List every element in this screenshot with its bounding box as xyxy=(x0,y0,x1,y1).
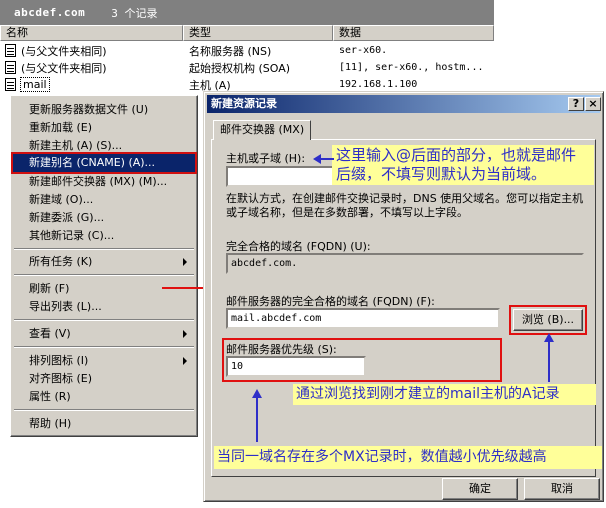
submenu-arrow-icon xyxy=(183,330,187,338)
menu-item-line-up-icons[interactable]: 对齐图标 (E) xyxy=(13,370,195,388)
menu-item-export-list[interactable]: 导出列表 (L)... xyxy=(13,298,195,316)
annotation-note-browse: 通过浏览找到刚才建立的mail主机的A记录 xyxy=(293,384,596,405)
record-data: 192.168.1.100 xyxy=(339,79,418,90)
record-icon xyxy=(5,44,16,57)
record-data: ser-x60. xyxy=(339,45,388,56)
record-type: 名称服务器 (NS) xyxy=(189,44,272,58)
host-description: 在默认方式，在创建邮件交换记录时，DNS 使用父域名。您可以指定主机或子域名称，… xyxy=(226,192,584,219)
tab-mail-exchanger[interactable]: 邮件交换器 (MX) xyxy=(213,120,311,140)
annotation-arrow-priority xyxy=(252,389,262,442)
menu-item-reload[interactable]: 重新加载 (E) xyxy=(13,119,195,137)
annotation-note-priority: 当同一域名存在多个MX记录时，数值越小优先级越高 xyxy=(214,446,602,469)
mail-server-label: 邮件服务器的完全合格的域名 (FQDN) (F): xyxy=(226,295,435,308)
menu-separator xyxy=(14,274,194,276)
context-menu: 更新服务器数据文件 (U) 重新加载 (E) 新建主机 (A) (S)... 新… xyxy=(10,95,198,437)
column-header-data[interactable]: 数据 xyxy=(333,25,494,41)
submenu-arrow-icon xyxy=(183,357,187,365)
menu-item-other-records[interactable]: 其他新记录 (C)... xyxy=(13,227,195,245)
priority-label: 邮件服务器优先级 (S): xyxy=(226,343,337,356)
record-data: [11], ser-x60., hostm... xyxy=(339,62,484,73)
priority-input[interactable]: 10 xyxy=(226,356,366,377)
menu-item-properties[interactable]: 属性 (R) xyxy=(13,388,195,406)
annotation-arrow-host xyxy=(313,154,334,164)
record-name: mail xyxy=(20,77,50,92)
menu-item-view[interactable]: 查看 (V) xyxy=(13,325,195,343)
fqdn-label: 完全合格的域名 (FQDN) (U): xyxy=(226,240,371,253)
annotation-note-host: 这里输入@后面的部分，也就是邮件后缀，不填写则默认为当前域。 xyxy=(332,145,594,185)
record-icon xyxy=(5,61,16,74)
menu-item-new-mx[interactable]: 新建邮件交换器 (MX) (M)... xyxy=(13,173,195,191)
menu-item-new-delegation[interactable]: 新建委派 (G)... xyxy=(13,209,195,227)
menu-separator xyxy=(14,346,194,348)
menu-separator xyxy=(14,248,194,250)
record-name: (与父文件夹相同) xyxy=(21,44,107,58)
record-icon xyxy=(5,78,16,91)
host-input[interactable] xyxy=(226,166,338,187)
dialog-title: 新建资源记录 xyxy=(207,95,600,113)
menu-separator xyxy=(14,319,194,321)
record-type: 起始授权机构 (SOA) xyxy=(189,61,291,75)
menu-item-new-domain[interactable]: 新建域 (O)... xyxy=(13,191,195,209)
annotation-arrow-browse xyxy=(544,333,554,382)
menu-item-new-host[interactable]: 新建主机 (A) (S)... xyxy=(13,137,195,155)
domain-name: abcdef.com xyxy=(14,6,86,19)
submenu-arrow-icon xyxy=(183,258,187,266)
menu-item-label: 所有任务 (K) xyxy=(29,255,93,268)
column-header-name[interactable]: 名称 xyxy=(0,25,183,41)
ok-button[interactable]: 确定 xyxy=(442,478,518,500)
menu-separator xyxy=(14,409,194,411)
mail-server-input[interactable]: mail.abcdef.com xyxy=(226,308,500,329)
menu-item-arrange-icons[interactable]: 排列图标 (I) xyxy=(13,352,195,370)
record-count: 3 个记录 xyxy=(111,6,158,20)
column-header-type[interactable]: 类型 xyxy=(183,25,333,41)
menu-item-all-tasks[interactable]: 所有任务 (K) xyxy=(13,253,195,271)
close-button[interactable]: × xyxy=(585,97,601,111)
list-header: 名称 类型 数据 xyxy=(0,25,494,41)
window-title-strip: abcdef.com 3 个记录 xyxy=(0,0,494,25)
menu-item-update-server-file[interactable]: 更新服务器数据文件 (U) xyxy=(13,101,195,119)
menu-item-label: 排列图标 (I) xyxy=(29,354,89,367)
menu-item-new-cname[interactable]: 新建别名 (CNAME) (A)... xyxy=(11,152,197,174)
help-button[interactable]: ? xyxy=(568,97,584,111)
fqdn-field: abcdef.com. xyxy=(226,253,584,274)
menu-item-label: 查看 (V) xyxy=(29,327,71,340)
host-label: 主机或子域 (H): xyxy=(226,152,306,165)
record-name: (与父文件夹相同) xyxy=(21,61,107,75)
browse-button[interactable]: 浏览 (B)... xyxy=(513,309,583,331)
cancel-button[interactable]: 取消 xyxy=(524,478,600,500)
menu-item-help[interactable]: 帮助 (H) xyxy=(13,415,195,433)
